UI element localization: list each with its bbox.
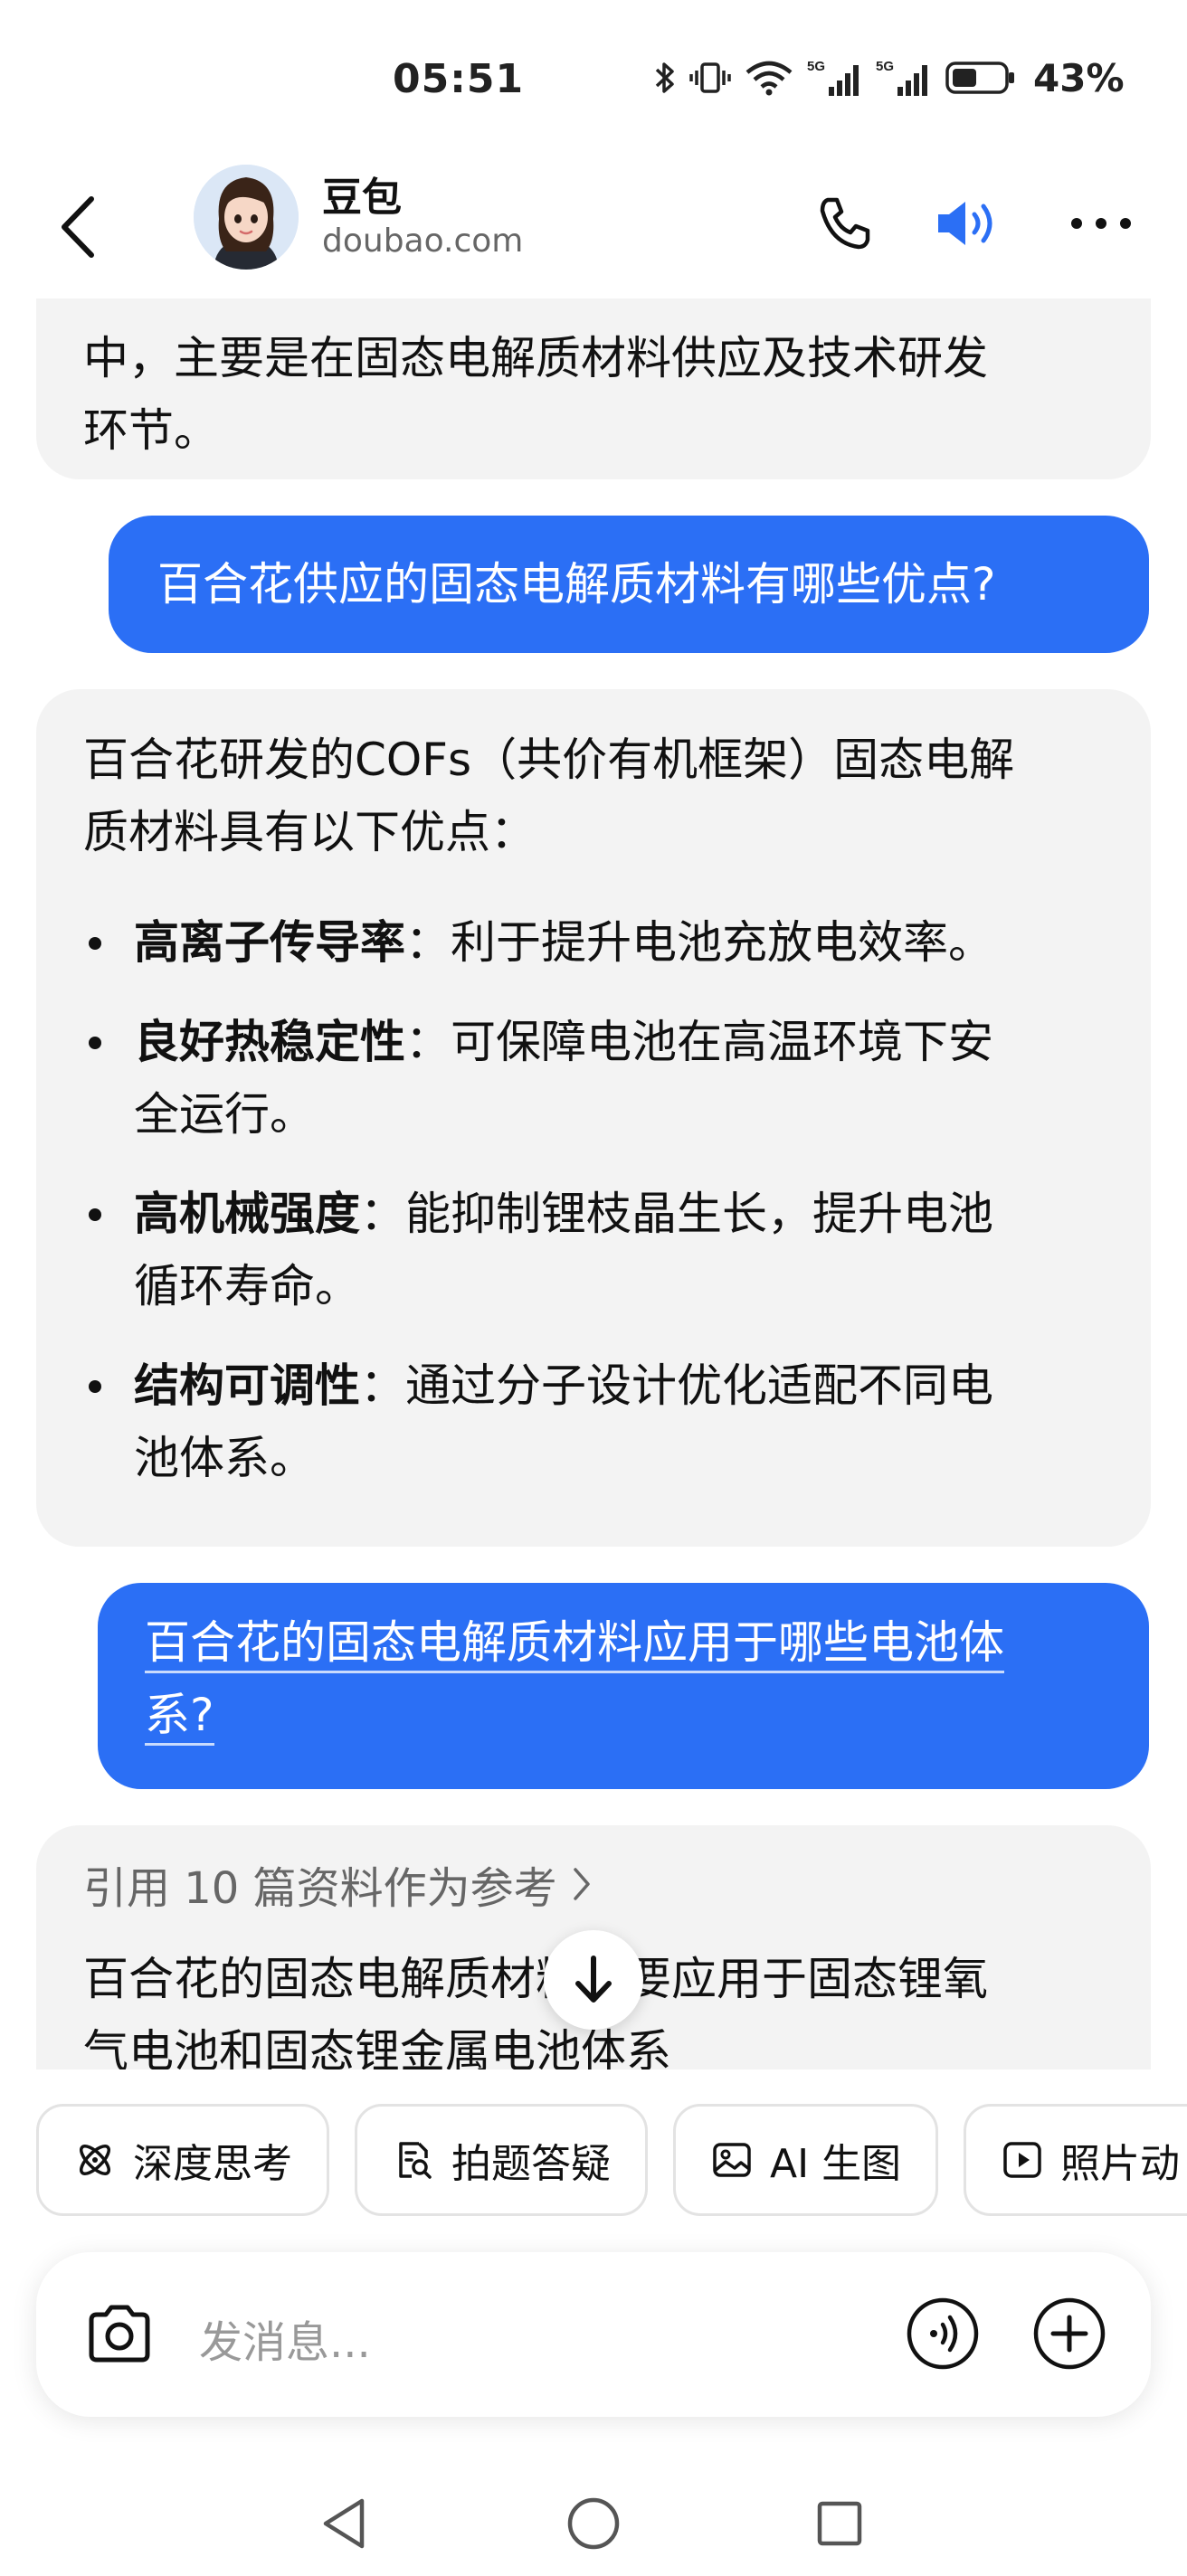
camera-icon (89, 2305, 150, 2363)
avatar[interactable] (194, 165, 299, 270)
ai-message-line: 质材料具有以下优点： (83, 806, 536, 858)
list-item: 结构可调性：通过分子设计优化适配不同电 池体系。 (83, 1350, 1104, 1494)
list-item-text: 全运行。 (134, 1088, 315, 1141)
status-bar: 05:51 5G 5G 43% (0, 0, 1187, 154)
chip-label: AI 生图 (770, 2141, 902, 2187)
references-link[interactable]: 引用 10 篇资料作为参考 (83, 1852, 1104, 1916)
bluetooth-icon (655, 62, 674, 93)
bot-name: 豆包 (322, 175, 402, 221)
ai-message-line: 百合花研发的COFs（共价有机框架）固态电解 (83, 734, 1015, 786)
user-message-line: 百合花的固态电解质材料应用于哪些电池体 (145, 1606, 1098, 1679)
list-item-text: 池体系。 (134, 1432, 315, 1484)
square-recents-icon (817, 2501, 862, 2546)
cellular-signal-icon-2: 5G (876, 59, 927, 96)
wifi-icon (745, 61, 793, 96)
plus-circle-icon (1033, 2297, 1106, 2370)
ai-message-line: 中，主要是在固态电解质材料供应及技术研发 (83, 332, 988, 384)
image-icon (713, 2143, 751, 2177)
nav-home-button[interactable] (557, 2487, 630, 2560)
speaker-button[interactable] (928, 183, 1010, 264)
chip-label: 深度思考 (133, 2141, 292, 2187)
user-message[interactable]: 百合花供应的固态电解质材料有哪些优点? (109, 516, 1149, 653)
voice-button[interactable] (901, 2292, 984, 2375)
list-item: 良好热稳定性：可保障电池在高温环境下安全运行。 (83, 1006, 1104, 1151)
list-item-title: 结构可调性 (134, 1359, 360, 1412)
document-search-icon (399, 2142, 432, 2179)
chip-photo-animate[interactable]: 照片动 (964, 2104, 1187, 2216)
more-button[interactable] (1060, 183, 1142, 264)
bot-domain: doubao.com (322, 223, 524, 260)
user-message-line: 系? (145, 1679, 1098, 1751)
circle-home-icon (567, 2497, 620, 2550)
list-item-text: ：可保障电池在高温环境下安 (405, 1016, 993, 1068)
battery-icon (945, 62, 1014, 94)
scroll-to-bottom-button[interactable] (544, 1930, 643, 2030)
chevron-left-icon (62, 196, 94, 258)
cellular-signal-icon: 5G (807, 59, 859, 96)
svg-text:5G: 5G (807, 59, 825, 74)
list-item-text: ：利于提升电池充放电效率。 (405, 916, 993, 969)
back-button[interactable] (45, 186, 109, 268)
user-message[interactable]: 百合花的固态电解质材料应用于哪些电池体 系? (98, 1583, 1149, 1789)
chip-photo-question[interactable]: 拍题答疑 (355, 2104, 648, 2216)
ai-message-line: 环节。 (83, 404, 219, 457)
quick-actions: 深度思考 拍题答疑 AI 生图 照片动 (36, 2104, 1187, 2216)
phone-icon (820, 197, 870, 250)
references-text: 引用 10 篇资料作为参考 (83, 1863, 557, 1914)
chip-ai-image[interactable]: AI 生图 (673, 2104, 939, 2216)
triangle-back-icon (323, 2498, 365, 2549)
arrow-down-icon (575, 1956, 612, 2003)
chip-deep-think[interactable]: 深度思考 (36, 2104, 329, 2216)
camera-button[interactable] (78, 2292, 161, 2375)
list-item-text: 循环寿命。 (134, 1260, 360, 1312)
call-button[interactable] (803, 183, 885, 264)
play-icon (1003, 2142, 1041, 2178)
list-item-title: 高离子传导率 (134, 916, 405, 969)
chat-area[interactable]: 中，主要是在固态电解质材料供应及技术研发 环节。 百合花供应的固态电解质材料有哪… (0, 298, 1187, 2069)
nav-recents-button[interactable] (803, 2487, 876, 2560)
list-item: 高机械强度：能抑制锂枝晶生长，提升电池 循环寿命。 (83, 1178, 1104, 1322)
message-input-bar: 发消息... (36, 2252, 1151, 2417)
status-icons: 5G 5G 43% (653, 54, 1125, 101)
ai-message: 中，主要是在固态电解质材料供应及技术研发 环节。 (36, 298, 1151, 479)
list-item-text: ：通过分子设计优化适配不同电 (360, 1359, 993, 1412)
list-item-title: 良好热稳定性 (134, 1016, 405, 1068)
user-message-text: 百合花供应的固态电解质材料有哪些优点? (157, 558, 996, 611)
speaker-icon (938, 202, 992, 245)
list-item-title: 高机械强度 (134, 1188, 360, 1240)
nav-back-button[interactable] (308, 2487, 380, 2560)
message-input[interactable]: 发消息... (199, 2306, 371, 2370)
list-item: 高离子传导率：利于提升电池充放电效率。 (83, 906, 1104, 979)
status-time: 05:51 (393, 56, 525, 102)
list-item-text: ：能抑制锂枝晶生长，提升电池 (360, 1188, 993, 1240)
battery-percent: 43% (1033, 55, 1125, 100)
svg-text:5G: 5G (876, 59, 894, 74)
more-icon (1071, 218, 1131, 229)
ai-message: 百合花研发的COFs（共价有机框架）固态电解 质材料具有以下优点： 高离子传导率… (36, 689, 1151, 1547)
voice-wave-icon (907, 2297, 979, 2370)
chip-label: 拍题答疑 (451, 2141, 611, 2187)
system-nav-bar (0, 2460, 1187, 2576)
chip-label: 照片动 (1060, 2141, 1181, 2187)
atom-icon (80, 2145, 110, 2175)
advantages-list: 高离子传导率：利于提升电池充放电效率。 良好热稳定性：可保障电池在高温环境下安全… (83, 906, 1104, 1494)
vibrate-icon (689, 62, 731, 93)
chevron-right-icon (573, 1868, 590, 1900)
avatar-image (194, 165, 299, 270)
chat-header: 豆包 doubao.com (0, 154, 1187, 298)
add-button[interactable] (1028, 2292, 1111, 2375)
